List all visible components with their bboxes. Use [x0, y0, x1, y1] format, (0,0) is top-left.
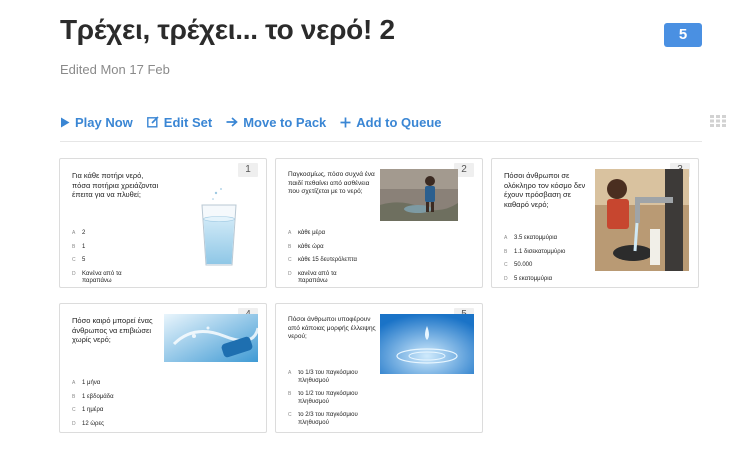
answer-text: το 1/2 του παγκόσμιου πληθυσμού	[298, 391, 358, 405]
edit-set-button[interactable]: Edit Set	[146, 114, 213, 130]
answer-option: A 1 μήνα	[72, 380, 152, 388]
add-to-queue-label: Add to Queue	[356, 114, 442, 130]
question-number: 1	[238, 163, 258, 177]
children-at-water-pump-image	[595, 169, 689, 271]
play-now-button[interactable]: Play Now	[60, 115, 133, 130]
answer-option: C 1 ημέρα	[72, 407, 152, 415]
answer-letter: A	[504, 235, 508, 241]
answer-letter: C	[72, 407, 76, 413]
edit-set-label: Edit Set	[163, 114, 213, 130]
answer-option: C 50.000	[504, 262, 584, 270]
answer-letter: D	[72, 420, 76, 427]
answer-option: B 1.1 δισεκατομμύριο	[504, 249, 584, 257]
question-card-2[interactable]: 2 Παγκοσμίως, πόσο συχνά ένα παιδί πεθαί…	[275, 158, 483, 288]
add-to-queue-button[interactable]: Add to Queue	[340, 114, 442, 130]
question-card-5[interactable]: 5 Πόσοι άνθρωποι υποφέρουν από κάποιας μ…	[275, 303, 483, 433]
water-drop-image	[380, 314, 474, 374]
answer-letter: A	[72, 230, 76, 236]
arrow-right-icon	[226, 117, 238, 127]
play-now-label: Play Now	[75, 114, 133, 130]
answer-option: C5	[72, 257, 152, 265]
question-text: Πόσοι άνθρωποι σε ολόκληρο τον κόσμο δεν…	[504, 171, 586, 209]
question-text: Για κάθε ποτήρι νερό, πόσα ποτήρια χρειά…	[72, 171, 159, 199]
answer-text: 1.1 δισεκατομμύριο	[514, 248, 566, 255]
answer-option: Bτο 1/2 του παγκόσμιου πληθυσμού	[288, 391, 368, 406]
answer-letter: C	[288, 412, 292, 418]
answer-text: Κανένα από τα παραπάνω	[82, 270, 122, 285]
answer-option: Bκάθε ώρα	[288, 244, 368, 252]
question-card-3[interactable]: 3 Πόσοι άνθρωποι σε ολόκληρο τον κόσμο δ…	[491, 158, 699, 288]
page-title: Τρέχει, τρέχει... το νερό! 2	[60, 14, 395, 45]
answer-list: Aτο 1/3 του παγκόσμιου πληθυσμού Bτο 1/2…	[288, 370, 368, 433]
question-text: Παγκοσμίως, πόσο συχνά ένα παιδί πεθαίνε…	[288, 171, 375, 195]
question-text: Πόσο καιρό μπορεί ένας άνθρωπος να επιβι…	[72, 316, 153, 344]
answer-letter: A	[288, 370, 292, 376]
answer-text: 3.5 εκατομμύρια	[514, 235, 558, 241]
answer-letter: A	[72, 380, 76, 386]
question-count-badge: 5	[664, 23, 702, 47]
answer-letter: C	[288, 257, 292, 263]
question-card-1[interactable]: 1 Για κάθε ποτήρι νερό, πόσα ποτήρια χρε…	[59, 158, 267, 288]
answer-text: κάθε 15 δευτερόλεπτα	[298, 257, 357, 263]
answer-option: Aκάθε μέρα	[288, 230, 368, 238]
answer-text: κανένα από τα παραπάνω	[298, 270, 337, 285]
answer-text: 1	[82, 243, 86, 250]
water-splash-bottle-image	[164, 314, 260, 362]
answer-option: Dκανένα από τα παραπάνω	[288, 271, 368, 286]
answer-text: 5 εκατομμύρια	[514, 275, 553, 282]
answer-letter: C	[504, 262, 508, 268]
answer-text: το 1/3 του παγκόσμιου πληθυσμού	[298, 370, 358, 384]
answer-text: κάθε ώρα	[298, 243, 324, 250]
answer-letter: B	[72, 243, 76, 250]
answer-option: A2	[72, 230, 152, 238]
answer-option: Cκάθε 15 δευτερόλεπτα	[288, 257, 368, 265]
answer-option: B 1 εβδομάδα	[72, 394, 152, 402]
answer-list: A 1 μήνα B 1 εβδομάδα C 1 ημέρα D 12 ώρες	[72, 380, 152, 434]
answer-text: κάθε μέρα	[298, 230, 326, 236]
question-card-4[interactable]: 4 Πόσο καιρό μπορεί ένας άνθρωπος να επι…	[59, 303, 267, 433]
answer-letter: D	[288, 270, 292, 277]
answer-letter: B	[288, 391, 292, 397]
answer-list: Aκάθε μέρα Bκάθε ώρα Cκάθε 15 δευτερόλεπ…	[288, 230, 368, 292]
answer-letter: B	[72, 393, 76, 400]
answer-text: 12 ώρες	[82, 420, 105, 427]
answer-letter: D	[504, 275, 508, 282]
child-drinking-water-image	[380, 169, 458, 221]
answer-letter: B	[288, 243, 292, 250]
toolbar: Play Now Edit Set Move to Pack Add to Qu…	[60, 113, 442, 131]
answer-option: D 12 ώρες	[72, 421, 152, 429]
plus-icon	[340, 117, 351, 128]
answer-letter: D	[72, 270, 76, 277]
edited-date: Edited Mon 17 Feb	[60, 62, 170, 77]
answer-letter: C	[72, 257, 76, 263]
move-to-pack-label: Move to Pack	[243, 114, 327, 130]
answer-text: 1 εβδομάδα	[82, 393, 114, 400]
answer-option: D Κανένα από τα παραπάνω	[72, 271, 152, 286]
edit-icon	[146, 116, 159, 128]
answer-text: 5	[82, 257, 86, 263]
answer-option: Cτο 2/3 του παγκόσμιου πληθυσμού	[288, 412, 368, 427]
answer-list: A 3.5 εκατομμύρια B 1.1 δισεκατομμύριο C 50…	[504, 235, 584, 289]
answer-option: D 5 εκατομμύρια	[504, 276, 584, 284]
grid-view-icon[interactable]	[710, 114, 726, 132]
answer-list: A2 B1 C5 D Κανένα από τα παραπάνω	[72, 230, 152, 292]
answer-option: A 3.5 εκατομμύρια	[504, 235, 584, 243]
answer-option: Aτο 1/3 του παγκόσμιου πληθυσμού	[288, 370, 368, 385]
answer-text: 1 ημέρα	[82, 407, 104, 413]
answer-text: 1 μήνα	[82, 380, 101, 386]
answer-option: B1	[72, 244, 152, 252]
question-text: Πόσοι άνθρωποι υποφέρουν από κάποιας μορ…	[288, 316, 376, 340]
answer-text: 50.000	[514, 262, 533, 268]
glass-of-water-image	[194, 185, 244, 267]
answer-letter: B	[504, 248, 508, 255]
toolbar-divider	[60, 141, 702, 142]
answer-text: το 2/3 του παγκόσμιου πληθυσμού	[298, 412, 358, 426]
move-to-pack-button[interactable]: Move to Pack	[226, 115, 326, 130]
play-icon	[60, 117, 70, 128]
answer-text: 2	[82, 230, 86, 236]
answer-letter: A	[288, 230, 292, 236]
